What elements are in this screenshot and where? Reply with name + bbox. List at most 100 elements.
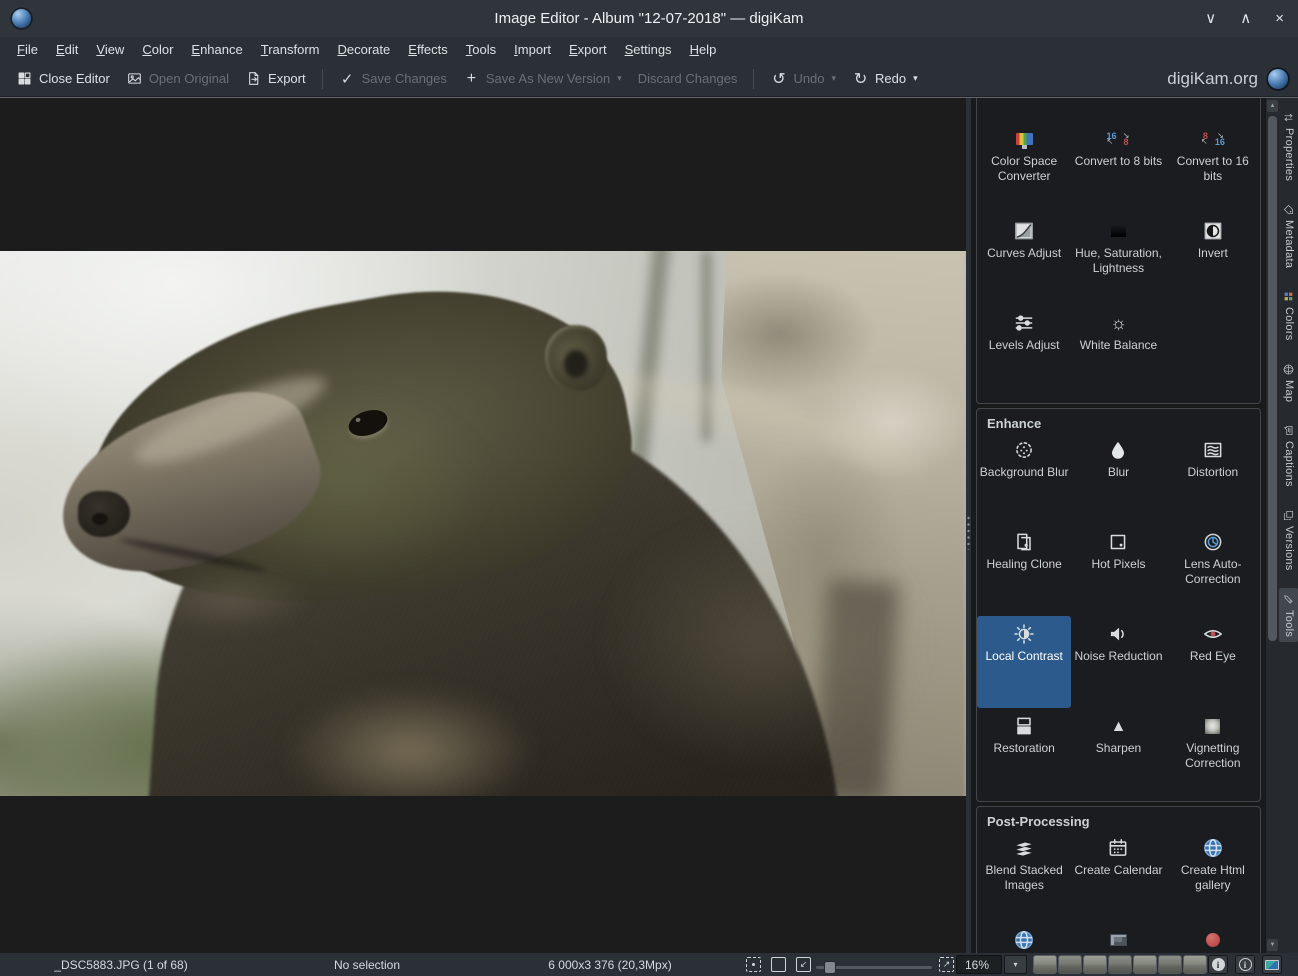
toolbar-label: Open Original: [149, 71, 229, 86]
sidebar-tab-colors[interactable]: Colors: [1279, 285, 1298, 346]
menu-enhance[interactable]: Enhance: [182, 39, 251, 60]
tool-noise-reduction[interactable]: Noise Reduction: [1071, 616, 1165, 708]
tool-invert[interactable]: Invert: [1166, 213, 1260, 305]
tool-healing-clone[interactable]: Healing Clone: [977, 524, 1071, 616]
tool-create-html-gallery[interactable]: Create Html gallery: [1166, 830, 1260, 922]
sidebar-tab-map[interactable]: Map: [1279, 358, 1298, 407]
tool-background-blur[interactable]: Background Blur: [977, 432, 1071, 524]
menu-file[interactable]: File: [8, 39, 47, 60]
tool-blend-stacked-images[interactable]: Blend Stacked Images: [977, 830, 1071, 922]
zoom-fit-icon[interactable]: ↙: [796, 957, 811, 972]
toolbar-discard-changes[interactable]: Discard Changes: [630, 66, 746, 91]
grid-icon: [16, 70, 33, 87]
tool-distortion[interactable]: Distortion: [1166, 432, 1260, 524]
tool-blur[interactable]: Blur: [1071, 432, 1165, 524]
tool-levels-adjust[interactable]: Levels Adjust: [977, 305, 1071, 397]
tool-hot-pixels[interactable]: Hot Pixels: [1071, 524, 1165, 616]
toolbar-close-editor[interactable]: Close Editor: [8, 65, 118, 92]
menu-help[interactable]: Help: [681, 39, 726, 60]
scroll-up-icon[interactable]: ▲: [1267, 100, 1278, 112]
toolbar-export[interactable]: Export: [237, 65, 314, 92]
tool-create-calendar[interactable]: Create Calendar: [1071, 830, 1165, 922]
sidebar-tab-metadata[interactable]: Metadata: [1279, 198, 1298, 273]
color-managed-view-button[interactable]: [1262, 955, 1282, 974]
invert-icon: [1201, 219, 1225, 243]
panel-scrollbar[interactable]: ▲ ▼: [1266, 97, 1279, 953]
minimize-icon[interactable]: ∨: [1205, 11, 1216, 26]
over-exposure-info-button[interactable]: i: [1235, 955, 1255, 974]
photo-layer-shoulder: [600, 511, 930, 771]
sidebar-tab-properties[interactable]: Properties: [1279, 106, 1298, 186]
sidebar-tab-versions[interactable]: Versions: [1279, 504, 1298, 576]
menu-export[interactable]: Export: [560, 39, 616, 60]
tool-extra-3[interactable]: [977, 922, 1071, 953]
hotpix-icon: [1106, 530, 1130, 554]
tool-red-eye[interactable]: Red Eye: [1166, 616, 1260, 708]
tool-curves-adjust[interactable]: Curves Adjust: [977, 213, 1071, 305]
dropdown-arrow-icon[interactable]: ▾: [617, 73, 622, 84]
photo-marmot[interactable]: [0, 251, 966, 796]
scroll-down-icon[interactable]: ▼: [1267, 939, 1278, 951]
tool-extra-4[interactable]: [1071, 922, 1165, 953]
preview-thumbnail[interactable]: [1133, 955, 1157, 974]
tool-sharpen[interactable]: ▲Sharpen: [1071, 708, 1165, 800]
image-icon: [126, 70, 143, 87]
toolbar-redo[interactable]: ↻Redo▾: [844, 65, 926, 92]
sidebar-tab-tools[interactable]: Tools: [1279, 588, 1298, 642]
preview-thumbnail[interactable]: [1183, 955, 1207, 974]
zoom-slider[interactable]: [816, 966, 932, 969]
splitter-handle-icon: [967, 516, 970, 550]
toolbar-undo[interactable]: ↺Undo▾: [762, 65, 844, 92]
preview-thumbnail[interactable]: [1033, 955, 1057, 974]
close-icon[interactable]: ×: [1275, 11, 1284, 26]
cms-icon: [1012, 127, 1036, 151]
sidebar-tab-captions[interactable]: Captions: [1279, 419, 1298, 492]
menu-tools[interactable]: Tools: [457, 39, 505, 60]
dropdown-arrow-icon[interactable]: ▾: [832, 73, 837, 84]
preview-thumbnail[interactable]: [1158, 955, 1182, 974]
toolbar-save-as-new-version[interactable]: +Save As New Version▾: [455, 65, 630, 92]
digikam-logo: [1266, 67, 1290, 91]
menu-color[interactable]: Color: [133, 39, 182, 60]
preview-thumbnail[interactable]: [1083, 955, 1107, 974]
dropdown-arrow-icon[interactable]: ▾: [913, 73, 918, 84]
under-exposure-info-button[interactable]: i: [1208, 955, 1228, 974]
tool-vignetting-correction[interactable]: Vignetting Correction: [1166, 708, 1260, 800]
tool-convert-to-16-bits[interactable]: 8↘↖16Convert to 16 bits: [1166, 121, 1260, 213]
sidebar-tab-label: Map: [1283, 380, 1294, 402]
menu-edit[interactable]: Edit: [47, 39, 87, 60]
preview-thumbnail[interactable]: [1058, 955, 1082, 974]
preview-thumbnail[interactable]: [1108, 955, 1132, 974]
menu-view[interactable]: View: [87, 39, 133, 60]
tool-restoration[interactable]: Restoration: [977, 708, 1071, 800]
tool-color-space-converter[interactable]: Color Space Converter: [977, 121, 1071, 213]
status-image-size: 6 000x3 376 (20,3Mpx): [548, 958, 671, 972]
tool-label: Distortion: [1187, 465, 1238, 480]
tool-local-contrast[interactable]: Local Contrast: [977, 616, 1071, 708]
editor-canvas[interactable]: [0, 97, 966, 953]
menu-decorate[interactable]: Decorate: [329, 39, 400, 60]
tool-hue-saturation-lightness[interactable]: Hue, Saturation, Lightness: [1071, 213, 1165, 305]
menu-effects[interactable]: Effects: [399, 39, 457, 60]
scrollbar-thumb[interactable]: [1268, 116, 1277, 641]
zoom-dropdown-button[interactable]: ▾: [1004, 955, 1027, 974]
menu-settings[interactable]: Settings: [616, 39, 681, 60]
zoom-slider-handle[interactable]: [824, 961, 836, 974]
toolbar-save-changes[interactable]: ✓Save Changes: [331, 65, 455, 92]
menu-import[interactable]: Import: [505, 39, 560, 60]
tool-convert-to-8-bits[interactable]: 16↘↖8Convert to 8 bits: [1071, 121, 1165, 213]
tool-label: Restoration: [993, 741, 1054, 756]
zoom-value-box[interactable]: 16%: [956, 955, 1002, 974]
zoom-full-size-icon[interactable]: ↗: [939, 957, 954, 972]
tool-extra-5[interactable]: [1166, 922, 1260, 953]
status-file-info: _DSC5883.JPG (1 of 68): [54, 958, 187, 972]
tool-white-balance[interactable]: ☼White Balance: [1071, 305, 1165, 397]
tool-lens-auto-correction[interactable]: Lens Auto-Correction: [1166, 524, 1260, 616]
zoom-fit-selection-icon[interactable]: [746, 957, 761, 972]
tool-label: Blur: [1108, 465, 1129, 480]
digikam-image-editor-window: Image Editor - Album "12-07-2018" — digi…: [0, 0, 1298, 976]
menu-transform[interactable]: Transform: [252, 39, 329, 60]
zoom-fit-window-icon[interactable]: [771, 957, 786, 972]
toolbar-open-original[interactable]: Open Original: [118, 65, 237, 92]
maximize-icon[interactable]: ∧: [1240, 11, 1251, 26]
